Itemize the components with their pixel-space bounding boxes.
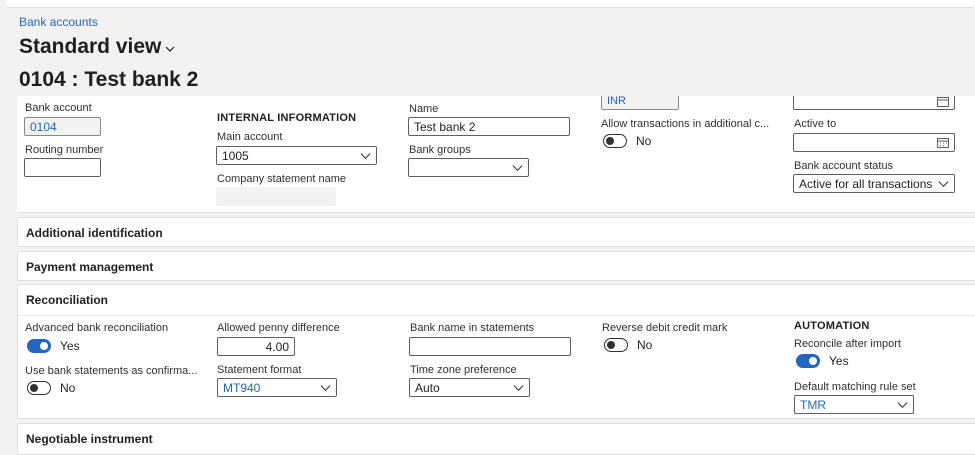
use-bank-statements-state: No — [60, 381, 76, 395]
fasttab-label: Negotiable instrument — [26, 432, 153, 446]
advanced-bank-reconciliation-label: Advanced bank reconciliation — [25, 322, 169, 334]
bank-account-status-value: Active for all transactions — [799, 176, 933, 191]
bank-name-in-statements-label: Bank name in statements — [410, 322, 535, 334]
active-from-date[interactable] — [793, 96, 955, 110]
reconcile-after-import-label: Reconcile after import — [794, 338, 901, 350]
divider — [18, 315, 975, 316]
toggle-switch[interactable] — [603, 134, 627, 148]
statement-format-dropdown[interactable]: MT940 — [217, 378, 337, 397]
fasttab-payment-management[interactable]: Payment management — [17, 251, 975, 281]
allow-transactions-label: Allow transactions in additional c... — [601, 118, 770, 130]
routing-number-field[interactable] — [24, 158, 101, 177]
fasttab-negotiable-instrument[interactable]: Negotiable instrument — [17, 423, 975, 455]
chevron-down-icon — [360, 153, 371, 159]
time-zone-preference-dropdown[interactable]: Auto — [409, 378, 530, 397]
bank-account-status-dropdown[interactable]: Active for all transactions — [793, 174, 955, 193]
fasttab-label: Additional identification — [26, 226, 163, 240]
active-to-label: Active to — [794, 118, 837, 130]
general-section: Bank account 0104 Routing number INTERNA… — [17, 96, 975, 213]
automation-header: AUTOMATION — [794, 320, 870, 332]
time-zone-preference-value: Auto — [415, 380, 440, 395]
active-to-date[interactable] — [793, 133, 955, 152]
main-account-label: Main account — [217, 131, 283, 143]
bank-groups-label: Bank groups — [409, 144, 471, 156]
time-zone-preference-label: Time zone preference — [410, 364, 517, 376]
use-bank-statements-toggle[interactable]: No — [27, 381, 75, 395]
internal-information-header: INTERNAL INFORMATION — [217, 112, 357, 124]
toggle-switch[interactable] — [27, 339, 51, 353]
default-matching-rule-set-label: Default matching rule set — [794, 381, 916, 393]
toggle-switch[interactable] — [27, 381, 51, 395]
reconcile-after-import-state: Yes — [829, 354, 849, 368]
chevron-down-icon — [513, 385, 524, 391]
company-statement-name-field — [216, 187, 336, 206]
allow-transactions-state: No — [636, 134, 652, 148]
chevron-down-icon — [897, 402, 908, 408]
fasttab-reconciliation: Reconciliation Advanced bank reconciliat… — [17, 284, 975, 419]
use-bank-statements-label: Use bank statements as confirma... — [25, 365, 198, 377]
default-matching-rule-set-dropdown[interactable]: TMR — [794, 395, 914, 414]
bank-groups-dropdown[interactable] — [408, 158, 529, 177]
advanced-bank-reconciliation-state: Yes — [60, 339, 80, 353]
name-label: Name — [409, 103, 439, 115]
default-matching-rule-set-value[interactable]: TMR — [800, 398, 897, 412]
view-selector[interactable]: Standard view — [19, 35, 176, 59]
record-title: 0104 : Test bank 2 — [19, 68, 199, 91]
calendar-icon — [937, 138, 949, 148]
fasttab-additional-identification[interactable]: Additional identification — [17, 217, 975, 247]
calendar-icon — [937, 97, 949, 107]
breadcrumb[interactable]: Bank accounts — [19, 15, 98, 29]
chevron-down-icon — [938, 181, 949, 187]
main-account-dropdown[interactable]: 1005 — [216, 146, 377, 165]
currency-field[interactable]: INR — [601, 96, 679, 110]
reconcile-after-import-toggle[interactable]: Yes — [796, 354, 849, 368]
fasttab-label[interactable]: Reconciliation — [26, 293, 108, 307]
main-account-value: 1005 — [222, 148, 249, 163]
fasttab-label: Payment management — [26, 260, 154, 274]
top-bar — [6, 0, 975, 8]
allowed-penny-difference-label: Allowed penny difference — [217, 322, 340, 334]
routing-number-label: Routing number — [25, 144, 104, 156]
chevron-down-icon — [165, 46, 175, 52]
chevron-down-icon — [320, 385, 331, 391]
statement-format-value[interactable]: MT940 — [223, 381, 320, 395]
statement-format-label: Statement format — [217, 364, 302, 376]
name-field[interactable]: Test bank 2 — [408, 117, 570, 136]
toggle-switch[interactable] — [604, 338, 628, 352]
allow-transactions-toggle[interactable]: No — [603, 134, 651, 148]
toggle-switch[interactable] — [796, 354, 820, 368]
bank-name-in-statements-field[interactable] — [409, 337, 571, 356]
chevron-down-icon — [512, 165, 523, 171]
reverse-debit-credit-mark-label: Reverse debit credit mark — [602, 322, 728, 334]
bank-account-field[interactable]: 0104 — [24, 117, 101, 136]
bank-account-status-label: Bank account status — [794, 160, 894, 172]
allowed-penny-difference-field[interactable]: 4.00 — [217, 337, 295, 356]
bank-account-label: Bank account — [25, 102, 92, 114]
reverse-debit-credit-mark-state: No — [637, 338, 653, 352]
view-title: Standard view — [19, 35, 162, 58]
advanced-bank-reconciliation-toggle[interactable]: Yes — [27, 339, 80, 353]
reverse-debit-credit-mark-toggle[interactable]: No — [604, 338, 652, 352]
company-statement-name-label: Company statement name — [217, 173, 347, 185]
